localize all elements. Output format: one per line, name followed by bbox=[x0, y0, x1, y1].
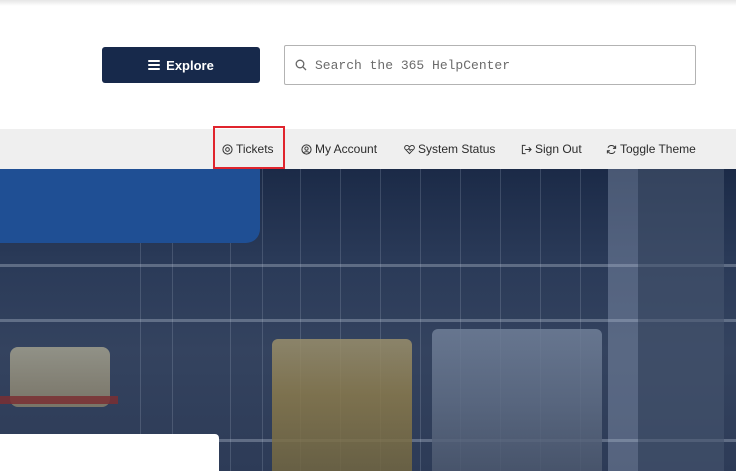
search-input[interactable] bbox=[315, 46, 695, 84]
nav-my-account[interactable]: My Account bbox=[301, 129, 377, 169]
nav-toggle-theme[interactable]: Toggle Theme bbox=[606, 129, 696, 169]
search-box[interactable] bbox=[284, 45, 696, 85]
nav-sign-out-label: Sign Out bbox=[535, 142, 582, 156]
top-header: Explore bbox=[0, 0, 736, 129]
nav-sign-out[interactable]: Sign Out bbox=[521, 129, 582, 169]
menu-icon bbox=[148, 60, 161, 70]
user-circle-icon bbox=[301, 143, 312, 155]
heartbeat-icon bbox=[404, 144, 415, 154]
explore-button[interactable]: Explore bbox=[102, 47, 260, 83]
nav-toggle-theme-label: Toggle Theme bbox=[620, 142, 696, 156]
nav-tickets-label: Tickets bbox=[236, 142, 274, 156]
sign-out-icon bbox=[521, 144, 532, 154]
search-icon bbox=[287, 59, 315, 71]
nav-tickets[interactable]: Tickets bbox=[222, 129, 274, 169]
hero-banner bbox=[0, 169, 260, 243]
support-icon bbox=[222, 143, 233, 155]
user-nav-bar: Tickets My Account System Status Sign Ou… bbox=[0, 129, 736, 169]
refresh-icon bbox=[606, 144, 617, 154]
nav-system-status-label: System Status bbox=[418, 142, 496, 156]
explore-label: Explore bbox=[166, 57, 214, 73]
content-card bbox=[0, 434, 219, 471]
nav-system-status[interactable]: System Status bbox=[404, 129, 495, 169]
nav-my-account-label: My Account bbox=[315, 142, 378, 156]
